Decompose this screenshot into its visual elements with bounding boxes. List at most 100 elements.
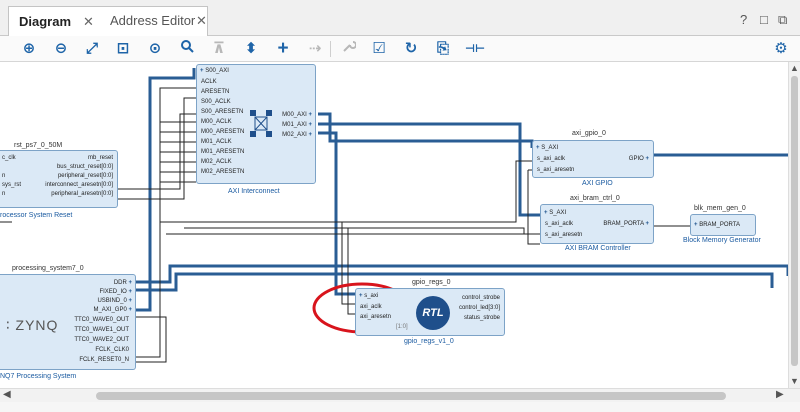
zoom-fit-icon[interactable]: ⤢ (81, 38, 103, 60)
pin-label: peripheral_reset[0:0] (57, 173, 113, 179)
rtl-logo: RTL (416, 296, 450, 330)
scroll-up-icon[interactable]: ▲ (790, 63, 799, 73)
help-icon[interactable]: ? (740, 12, 747, 27)
settings-gear-icon[interactable]: ⚙ (770, 38, 792, 60)
fit-selection-icon[interactable]: ⊡ (112, 38, 134, 60)
pin-label: status_strobe (463, 315, 500, 321)
zynq-logo: ∶ ZYNQ (6, 317, 59, 333)
pin-label: S_AXI (549, 210, 567, 216)
zoom-in-icon[interactable]: ⊕ (18, 38, 40, 60)
crossbar-icon (250, 110, 272, 137)
wrench-icon[interactable] (338, 38, 360, 60)
pin-label: control_led[3:0] (458, 305, 500, 311)
zoom-out-icon[interactable]: ⊖ (50, 38, 72, 60)
pin-label: ACLK (201, 79, 217, 85)
pin-label: axi_aresetn (360, 314, 392, 320)
horizontal-scroll-thumb[interactable] (96, 392, 726, 400)
rst-ps7-block[interactable]: c_clk n sys_rst n mb_reset bus_struct_re… (0, 150, 118, 208)
bram-ctrl-caption: AXI BRAM Controller (565, 245, 631, 252)
axi-gpio-title: axi_gpio_0 (572, 130, 606, 137)
pin-label: n (2, 191, 6, 197)
pin-label: [1:0] (396, 324, 408, 330)
pin-label: M01_ACLK (201, 139, 232, 145)
tab-address-editor-close-icon[interactable]: ✕ (196, 6, 207, 36)
zynq-ps7-block[interactable]: ∶ ZYNQ DDR + FIXED_IO + USBIND_0 + M_AXI… (0, 274, 136, 370)
blk-mem-caption: Block Memory Generator (683, 237, 761, 244)
pin-label: s_axi_aclk (537, 156, 566, 162)
pin-label: M01_AXI (282, 122, 307, 128)
validate-design-icon[interactable]: ☑ (368, 38, 390, 60)
vertical-scrollbar[interactable]: ▲ ▼ (788, 62, 800, 388)
add-ip-icon[interactable]: + (272, 38, 294, 60)
pin-label: TTC0_WAVE2_OUT (74, 337, 129, 343)
pin-label: M_AXI_GP0 (93, 307, 127, 313)
pin-label: c_clk (2, 155, 16, 161)
pin-label: BRAM_PORTA (699, 222, 740, 228)
pin-label: n (2, 173, 6, 179)
expand-icon[interactable]: ⬍ (240, 38, 262, 60)
pin-label: M02_ARESETN (201, 169, 245, 175)
ps7-title: processing_system7_0 (12, 265, 84, 272)
pin-label: FCLK_CLK0 (95, 347, 129, 353)
diagram-canvas[interactable]: + S00_AXI ACLK ARESETN S00_ACLK S00_ARES… (0, 62, 788, 388)
pin-label: TTC0_WAVE1_OUT (74, 327, 129, 333)
pin-label: mb_reset (87, 155, 113, 161)
collapse-icon[interactable]: ⊼ (208, 38, 230, 60)
rst-block-title: rst_ps7_0_50M (14, 142, 63, 149)
gpio-regs-title: gpio_regs_0 (412, 279, 451, 286)
axi-gpio-caption: AXI GPIO (582, 180, 613, 187)
restore-icon[interactable]: □ (760, 12, 768, 27)
pin-label: interconnect_aresetn[0:0] (45, 182, 113, 188)
axi-interconnect-caption: AXI Interconnect (228, 188, 280, 195)
ps7-caption: NQ7 Processing System (0, 373, 77, 380)
scroll-right-icon[interactable]: ▶ (776, 389, 784, 400)
pin-label: GPIO (628, 156, 644, 162)
create-port-icon[interactable]: ⊣⊢ (464, 38, 486, 60)
pin-label: s_axi_aresetn (537, 167, 575, 173)
auto-connect-icon[interactable]: ⊙ (144, 38, 166, 60)
pin-label: axi_aclk (360, 304, 382, 310)
gpio-regs-block[interactable]: + s_axi axi_aclk axi_aresetn [1:0] RTL c… (355, 288, 505, 336)
pin-label: M02_AXI (282, 132, 307, 138)
tab-address-editor[interactable]: Address Editor ✕ (100, 6, 230, 36)
refresh-icon[interactable]: ↻ (400, 38, 422, 60)
make-connection-icon[interactable]: ⇢ (304, 38, 326, 60)
pin-label: M00_ACLK (201, 119, 232, 125)
pin-label: TTC0_WAVE0_OUT (74, 317, 129, 323)
status-strip (0, 402, 800, 412)
scroll-left-icon[interactable]: ◀ (3, 389, 11, 400)
pin-label: M00_AXI (282, 112, 307, 118)
vertical-scroll-thumb[interactable] (791, 76, 798, 366)
pin-label: USBIND_0 (97, 298, 127, 304)
pin-label: peripheral_aresetn[0:0] (51, 191, 113, 197)
bram-ctrl-title: axi_bram_ctrl_0 (570, 195, 620, 202)
search-icon[interactable] (176, 38, 198, 60)
blk-mem-gen-block[interactable]: + BRAM_PORTA (690, 214, 756, 236)
pin-label: s_axi (364, 293, 379, 299)
scroll-down-icon[interactable]: ▼ (790, 376, 799, 386)
pin-label: s_axi_aresetn (545, 232, 583, 238)
axi-gpio-block[interactable]: + S_AXI s_axi_aclk s_axi_aresetn GPIO + (532, 140, 654, 178)
pin-label: M02_ACLK (201, 159, 232, 165)
maximize-icon[interactable]: ⧉ (778, 12, 787, 28)
regenerate-layout-icon[interactable]: ⎘ (432, 38, 454, 60)
horizontal-scrollbar[interactable]: ◀ ▶ (0, 388, 800, 402)
tab-diagram-close-icon[interactable]: ✕ (83, 7, 94, 37)
pin-label: S00_AXI (205, 68, 229, 74)
tab-bar: Diagram ✕ Address Editor ✕ ? □ ⧉ (0, 0, 800, 36)
axi-bram-ctrl-block[interactable]: + S_AXI s_axi_aclk s_axi_aresetn BRAM_PO… (540, 204, 654, 244)
axi-interconnect-block[interactable]: + S00_AXI ACLK ARESETN S00_ACLK S00_ARES… (196, 64, 316, 184)
tab-address-editor-label: Address Editor (110, 13, 196, 28)
pin-label: BRAM_PORTA (603, 221, 644, 227)
gpio-regs-caption: gpio_regs_v1_0 (404, 338, 454, 345)
pin-label: bus_struct_reset[0:0] (56, 164, 113, 170)
pin-label: DDR (113, 280, 127, 286)
rst-block-caption: rocessor System Reset (0, 212, 73, 219)
blk-mem-title: blk_mem_gen_0 (694, 205, 746, 212)
tab-diagram-label: Diagram (19, 14, 72, 29)
pin-label: S_AXI (541, 145, 559, 151)
pin-label: M01_ARESETN (201, 149, 245, 155)
pin-label: M00_ARESETN (201, 129, 245, 135)
pin-label: sys_rst (2, 182, 22, 188)
pin-label: FCLK_RESET0_N (79, 357, 129, 363)
